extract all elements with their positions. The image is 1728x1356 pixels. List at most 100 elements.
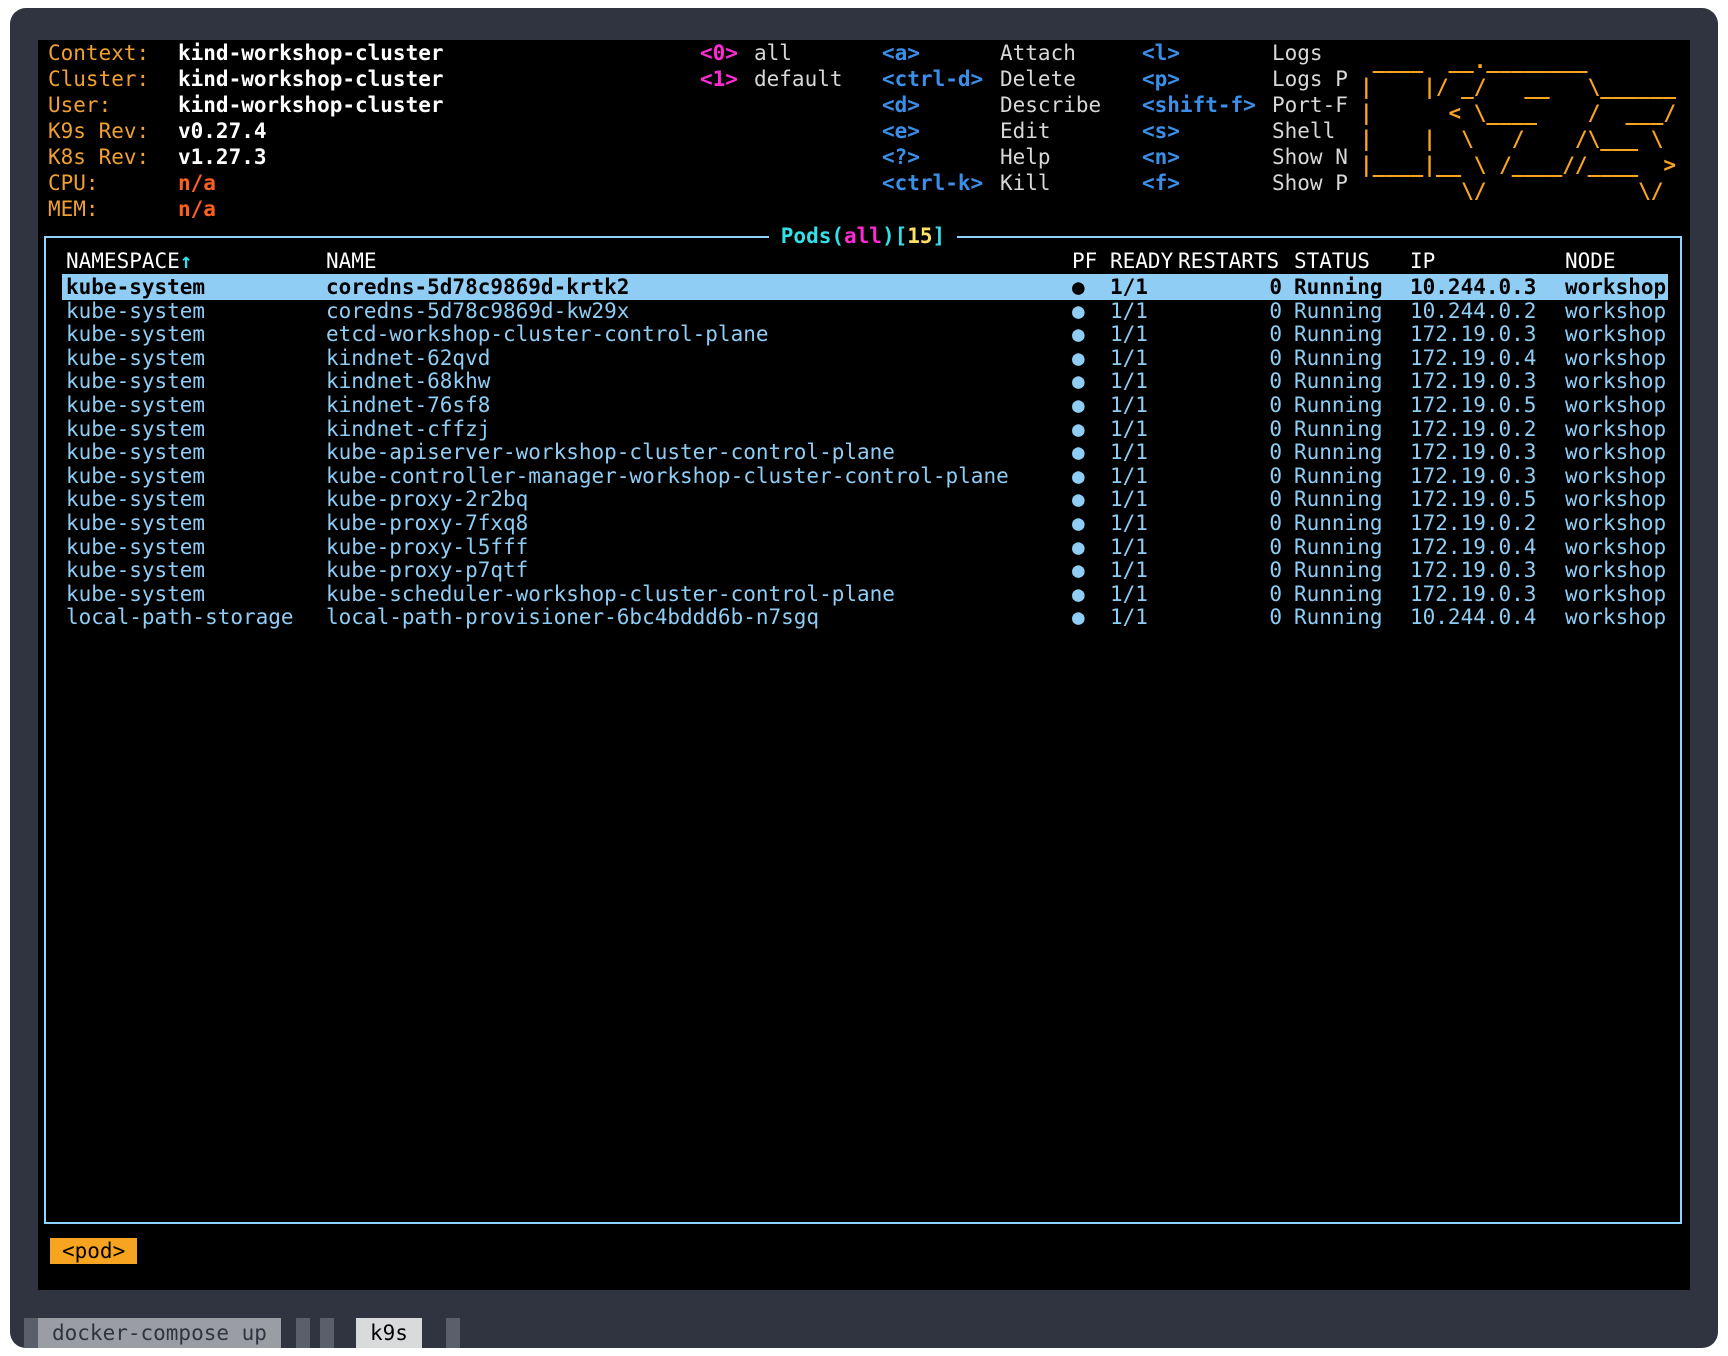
label-help[interactable]: Help	[1000, 144, 1051, 170]
label-logs[interactable]: Logs	[1272, 40, 1323, 66]
cell-pf-icon: ●	[1072, 369, 1085, 394]
label-describe[interactable]: Describe	[1000, 92, 1101, 118]
cell-name: kindnet-cffzj	[326, 416, 491, 441]
key-edit[interactable]: <e>	[882, 118, 920, 144]
cell-namespace: kube-system	[66, 581, 206, 606]
cell-ready: 1/1	[1110, 298, 1148, 323]
cell-status: Running	[1294, 487, 1383, 512]
key-describe[interactable]: <d>	[882, 92, 920, 118]
cell-restarts: 0	[1269, 440, 1282, 465]
table-row[interactable]: kube-system kube-proxy-l5fff ● 1/1 0 Running 1…	[62, 534, 1668, 560]
cell-status: Running	[1294, 558, 1383, 583]
tab-label: docker-compose up	[38, 1318, 281, 1348]
cell-restarts: 0	[1269, 558, 1282, 583]
sort-arrow-icon: ↑	[179, 249, 193, 273]
cell-node: workshop	[1565, 369, 1667, 394]
table-row[interactable]: kube-system kube-proxy-p7qtf ● 1/1 0 Running 1…	[62, 557, 1668, 583]
label-show-portforward[interactable]: Show P	[1272, 170, 1348, 196]
table-row[interactable]: local-path-storage local-path-provisioner…	[62, 604, 1668, 630]
table-row[interactable]: kube-system kindnet-62qvd ● 1/1 0 Running 172.…	[62, 345, 1668, 371]
col-restarts[interactable]: RESTARTS	[1178, 248, 1279, 274]
ns-label-all[interactable]: all	[754, 40, 792, 66]
cell-node: workshop	[1565, 558, 1667, 583]
col-node[interactable]: NODE	[1565, 248, 1616, 274]
cell-name: coredns-5d78c9869d-krtk2	[326, 275, 630, 299]
cell-node: workshop	[1565, 393, 1667, 417]
cell-name: kube-proxy-2r2bq	[326, 487, 529, 512]
label-logs-previous[interactable]: Logs P	[1272, 66, 1348, 92]
table-row[interactable]: kube-system coredns-5d78c9869d-krtk2 ● 1/1 0…	[62, 274, 1668, 300]
cell-status: Running	[1294, 463, 1383, 488]
cell-ip: 172.19.0.5	[1410, 487, 1537, 512]
cell-ready: 1/1	[1110, 275, 1148, 299]
col-namespace[interactable]: NAMESPACE↑	[66, 248, 192, 274]
label-shell[interactable]: Shell	[1272, 118, 1335, 144]
table-row[interactable]: kube-system kube-proxy-2r2bq ● 1/1 0 Running 1…	[62, 486, 1668, 512]
ns-label-default[interactable]: default	[754, 66, 843, 92]
table-row[interactable]: kube-system coredns-5d78c9869d-kw29x ● 1/1 0…	[62, 298, 1668, 324]
col-status[interactable]: STATUS	[1294, 248, 1370, 274]
cell-restarts: 0	[1269, 534, 1282, 559]
info-value-user: kind-workshop-cluster	[178, 93, 444, 117]
cell-ready: 1/1	[1110, 581, 1148, 606]
table-row[interactable]: kube-system kube-apiserver-workshop-clust…	[62, 439, 1668, 465]
info-label-mem: MEM:	[48, 197, 99, 221]
key-port-forward[interactable]: <shift-f>	[1142, 92, 1256, 118]
cell-pf-icon: ●	[1072, 440, 1085, 465]
cell-pf-icon: ●	[1072, 322, 1085, 347]
cell-status: Running	[1294, 393, 1383, 417]
cell-node: workshop	[1565, 534, 1667, 559]
key-show-node[interactable]: <n>	[1142, 144, 1180, 170]
cell-status: Running	[1294, 298, 1383, 323]
cell-ip: 10.244.0.3	[1410, 275, 1537, 299]
label-attach[interactable]: Attach	[1000, 40, 1076, 66]
key-logs[interactable]: <l>	[1142, 40, 1180, 66]
table-row[interactable]: kube-system kube-proxy-7fxq8 ● 1/1 0 Running 1…	[62, 510, 1668, 536]
cell-ip: 172.19.0.5	[1410, 393, 1537, 417]
key-shell[interactable]: <s>	[1142, 118, 1180, 144]
cell-restarts: 0	[1269, 393, 1282, 417]
cell-namespace: kube-system	[66, 369, 206, 394]
cell-pf-icon: ●	[1072, 487, 1085, 512]
cell-namespace: kube-system	[66, 275, 206, 299]
key-attach[interactable]: <a>	[882, 40, 920, 66]
key-delete[interactable]: <ctrl-d>	[882, 66, 983, 92]
cell-status: Running	[1294, 605, 1383, 630]
cell-restarts: 0	[1269, 345, 1282, 370]
table-row[interactable]: kube-system kindnet-cffzj ● 1/1 0 Running 172.…	[62, 416, 1668, 442]
cell-node: workshop	[1565, 605, 1667, 630]
key-show-portforward[interactable]: <f>	[1142, 170, 1180, 196]
cell-ip: 172.19.0.3	[1410, 369, 1537, 394]
cell-ip: 172.19.0.2	[1410, 511, 1537, 535]
label-port-forward[interactable]: Port-F	[1272, 92, 1348, 118]
col-name[interactable]: NAME	[326, 248, 377, 274]
info-label-k9s-rev: K9s Rev:	[48, 119, 150, 143]
table-row[interactable]: kube-system etcd-workshop-cluster-control…	[62, 321, 1668, 347]
label-kill[interactable]: Kill	[1000, 170, 1051, 196]
ns-key-all[interactable]: <0>	[700, 40, 738, 66]
table-row[interactable]: kube-system kube-scheduler-workshop-clust…	[62, 581, 1668, 607]
cell-pf-icon: ●	[1072, 393, 1085, 417]
breadcrumb[interactable]: <pod>	[50, 1238, 138, 1264]
label-show-node[interactable]: Show N	[1272, 144, 1348, 170]
title-resource: Pods	[780, 224, 832, 248]
cell-namespace: kube-system	[66, 534, 206, 559]
info-value-k9s-rev: v0.27.4	[178, 119, 267, 143]
col-ready[interactable]: READY	[1110, 248, 1173, 274]
cell-restarts: 0	[1269, 511, 1282, 535]
col-pf[interactable]: PF	[1072, 248, 1097, 274]
key-help[interactable]: <?>	[882, 144, 920, 170]
label-edit[interactable]: Edit	[1000, 118, 1051, 144]
cell-ready: 1/1	[1110, 511, 1148, 535]
table-row[interactable]: kube-system kube-controller-manager-works…	[62, 463, 1668, 489]
label-delete[interactable]: Delete	[1000, 66, 1076, 92]
table-row[interactable]: kube-system kindnet-76sf8 ● 1/1 0 Running 172.…	[62, 392, 1668, 418]
ns-key-default[interactable]: <1>	[700, 66, 738, 92]
cell-namespace: kube-system	[66, 511, 206, 535]
cell-pf-icon: ●	[1072, 345, 1085, 370]
table-row[interactable]: kube-system kindnet-68khw ● 1/1 0 Running 172.…	[62, 368, 1668, 394]
info-value-k8s-rev: v1.27.3	[178, 145, 267, 169]
key-logs-previous[interactable]: <p>	[1142, 66, 1180, 92]
col-ip[interactable]: IP	[1410, 248, 1435, 274]
key-kill[interactable]: <ctrl-k>	[882, 170, 983, 196]
